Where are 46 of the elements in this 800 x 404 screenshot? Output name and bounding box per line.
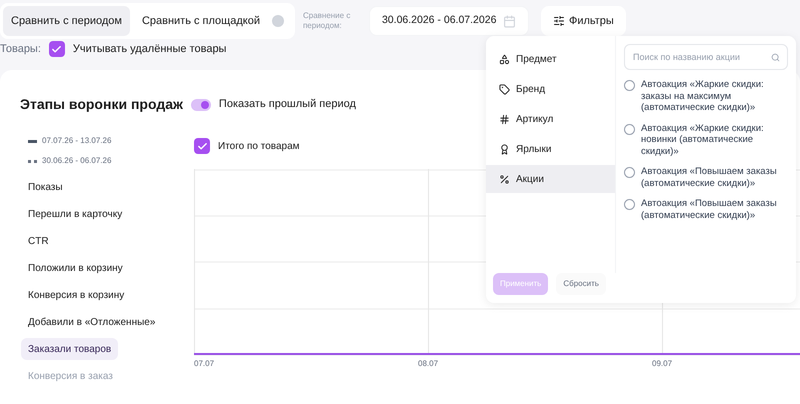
check-icon [196,140,208,152]
legend-line-icon [28,160,37,162]
tag-icon [499,84,510,94]
checkbox-label: Итого по товарам [218,140,300,154]
checkbox-label: Учитывать удалённые товары [72,42,226,57]
axis-label: 07.07 [194,358,214,370]
grid-icon [499,54,510,64]
search-icon [771,53,780,62]
axis-label: 09.07 [652,358,672,370]
radio-button[interactable] [624,80,635,91]
label-icon [499,144,510,154]
checkbox[interactable] [48,41,65,57]
date-field[interactable]: 30.06.2026 - 06.07.2026 [368,6,529,36]
products-label: Товары: [0,42,41,57]
calendar-icon [502,14,516,28]
metric-item[interactable]: Перешли в карточку [21,203,130,225]
option-label: Автоакция «Повышаем заказы (автоматические скидки)» [641,198,778,221]
metric-item[interactable]: Положили в корзину [21,257,130,279]
option-label: Автоакция «Жаркие скидки: новинки (автоматические скидки)» [641,122,765,157]
toggle-label: Показать прошлый период [218,97,356,112]
legend-label: 30.06.26 - 06.07.26 [42,155,112,167]
metric-item[interactable]: Заказали товаров [21,338,118,360]
metric-item[interactable]: Конверсия в корзину [21,284,132,306]
option-label: Автоакция «Повышаем заказы (автоматические скидки)» [641,166,778,189]
card-title: Этапы воронки продаж [20,95,183,114]
percent-icon [499,174,510,184]
radio-button[interactable] [624,167,635,178]
metric-item[interactable]: Добавили в «Отложенные» [21,311,162,333]
sliders-icon [552,15,565,27]
toggle-switch[interactable] [190,98,211,110]
option-label: Автоакция «Жаркие скидки: заказы на максимум (автоматические скидки)» [641,79,765,114]
compare-tab[interactable]: Сравнить с периодом [3,6,130,36]
hash-icon [499,114,510,124]
filters-button[interactable]: Фильтры [540,6,626,36]
axis-label: 08.07 [418,358,438,370]
metric-item[interactable]: Показы [21,176,70,198]
radio-button[interactable] [624,124,635,134]
compare-label: Сравнение с периодом: [302,11,352,31]
check-icon [51,44,62,54]
checkbox[interactable] [194,138,210,154]
search-field[interactable]: Поиск по названию акции [624,44,788,70]
legend-label: 07.07.26 - 13.07.26 [42,135,112,147]
filter-menu-item[interactable]: Акции [486,165,615,193]
radio-button[interactable] [624,199,635,210]
toggle-switch[interactable] [272,15,284,27]
metric-item[interactable]: CTR [21,230,56,252]
